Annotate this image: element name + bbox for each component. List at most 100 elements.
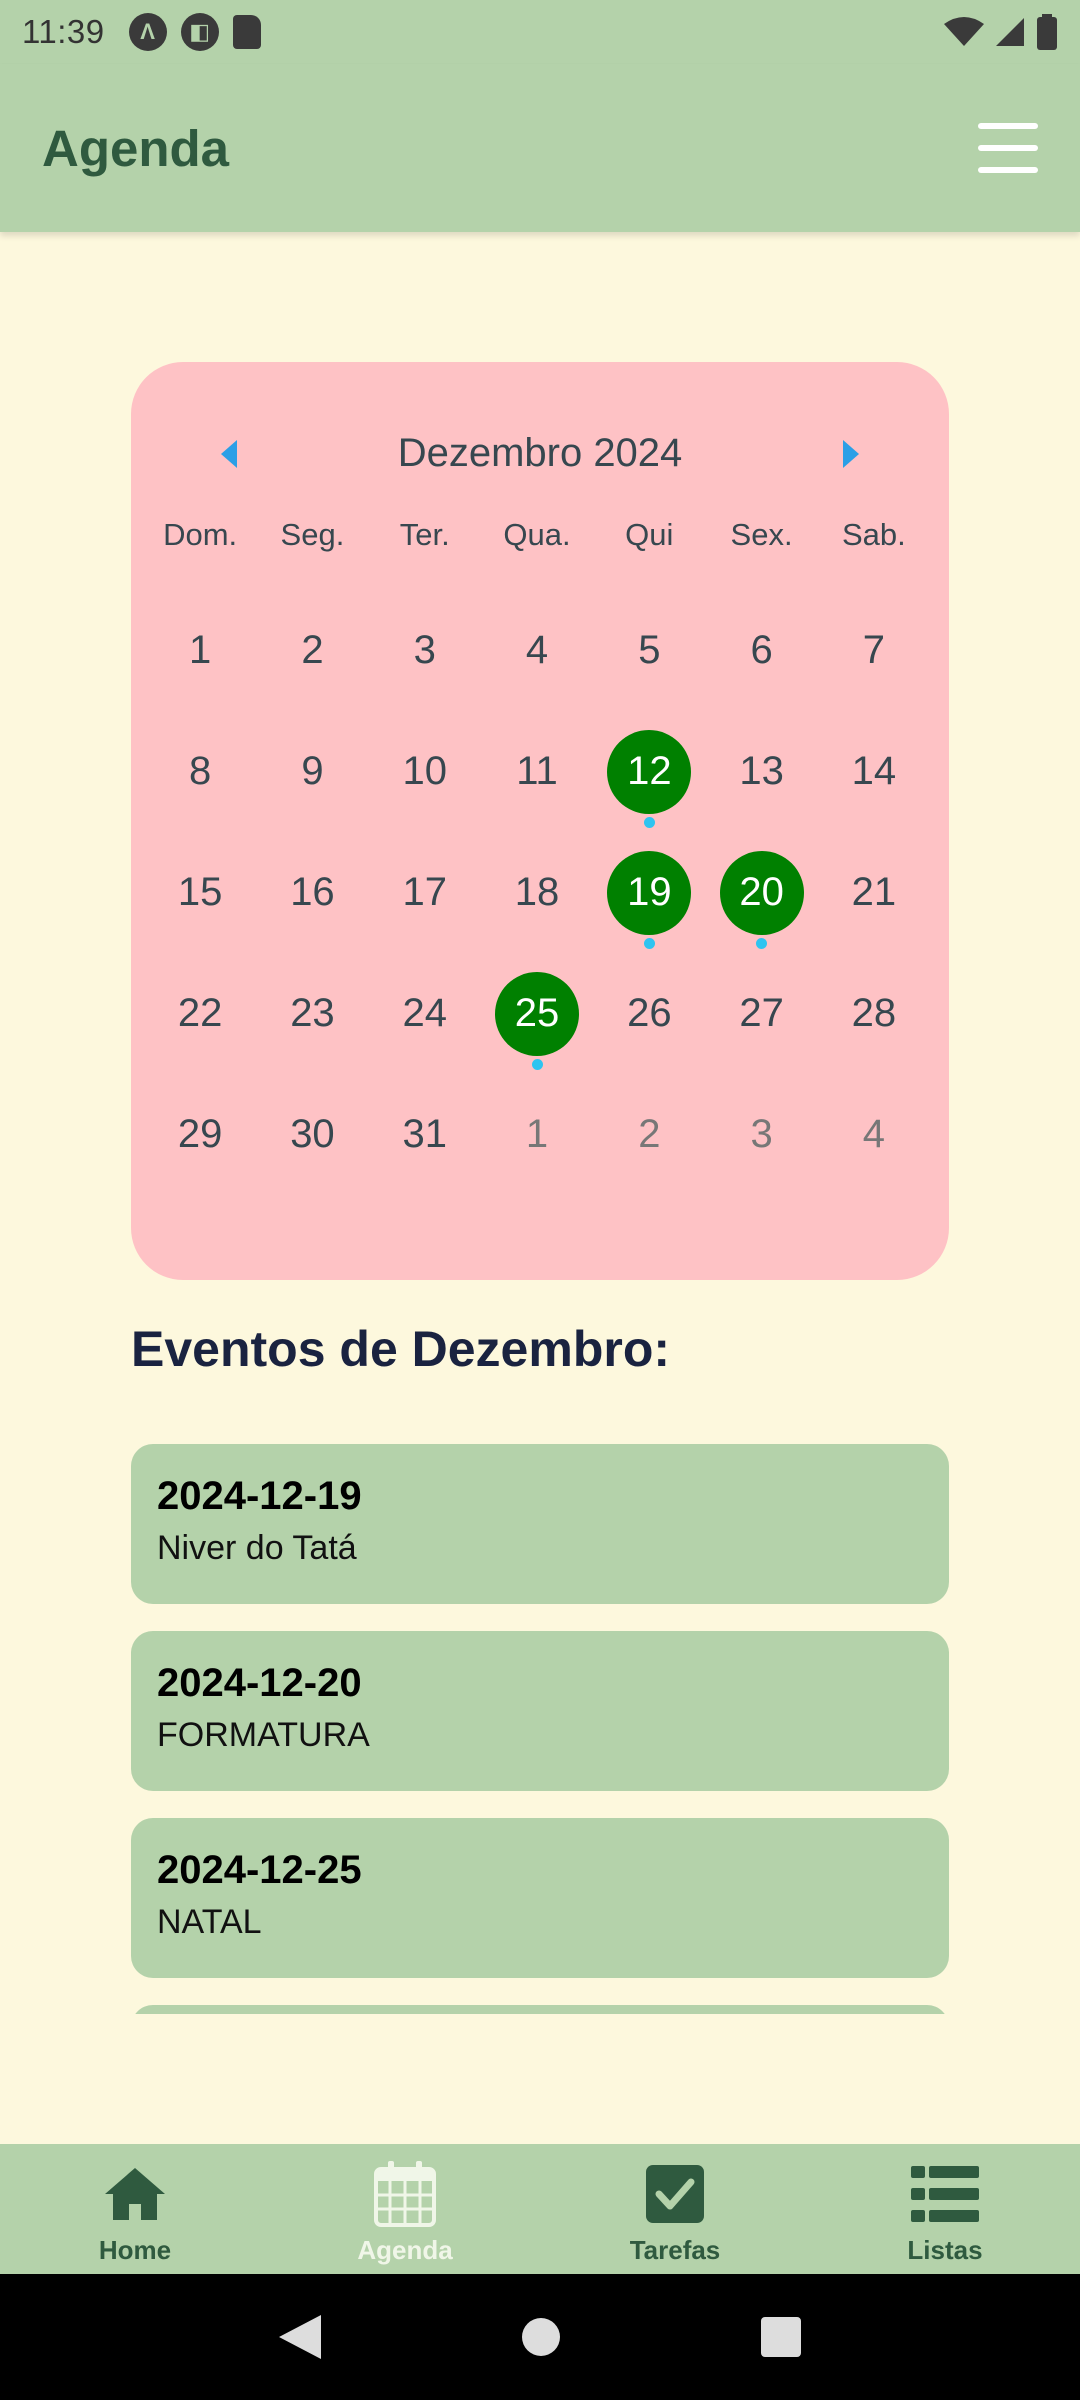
nav-item-tarefas[interactable]: Tarefas bbox=[540, 2144, 810, 2274]
calendar-day[interactable]: 21 bbox=[818, 832, 930, 953]
event-name: Niver do Tatá bbox=[157, 1529, 357, 1567]
calendar-day[interactable]: 29 bbox=[144, 1074, 256, 1195]
calendar-day[interactable]: 27 bbox=[705, 953, 817, 1074]
checkbox-icon bbox=[646, 2159, 704, 2229]
calendar-day[interactable]: 1 bbox=[481, 1074, 593, 1195]
event-date: 2024-12-25 bbox=[157, 1848, 362, 1892]
event-dot bbox=[531, 1059, 543, 1070]
day-number: 23 bbox=[290, 991, 335, 1035]
weekday-label: Qua. bbox=[503, 517, 571, 552]
calendar-day[interactable]: 14 bbox=[818, 711, 930, 832]
chevron-right-icon bbox=[843, 440, 859, 468]
event-card[interactable]: 2024-12-19 Niver do Tatá bbox=[131, 1444, 949, 1604]
calendar-day[interactable]: 24 bbox=[369, 953, 481, 1074]
calendar-day[interactable]: 16 bbox=[256, 832, 368, 953]
calendar-day[interactable]: 28 bbox=[818, 953, 930, 1074]
back-icon[interactable] bbox=[279, 2315, 321, 2359]
day-number: 25 bbox=[495, 971, 580, 1056]
day-number: 8 bbox=[189, 749, 212, 793]
calendar-day[interactable]: 11 bbox=[481, 711, 593, 832]
calendar-day[interactable]: 3 bbox=[369, 590, 481, 711]
app-notification-icon: Λ bbox=[128, 13, 167, 51]
system-status-icons bbox=[944, 14, 1058, 50]
day-number: 21 bbox=[851, 870, 897, 914]
event-date: 2024-12-19 bbox=[157, 1474, 362, 1518]
event-card[interactable]: 2024-12-25 NATAL bbox=[131, 1818, 949, 1978]
day-number: 2 bbox=[301, 628, 324, 672]
weekday-label: Sex. bbox=[730, 517, 793, 552]
events-list[interactable]: 2024-12-19 Niver do Tatá 2024-12-20 FORM… bbox=[131, 1444, 949, 2014]
calendar-day[interactable]: 13 bbox=[705, 711, 817, 832]
day-number: 26 bbox=[627, 991, 672, 1035]
day-number: 29 bbox=[177, 1112, 223, 1156]
calendar-day[interactable]: 26 bbox=[593, 953, 705, 1074]
menu-button[interactable] bbox=[978, 123, 1038, 173]
calendar-day[interactable]: 15 bbox=[144, 832, 256, 953]
day-number: 10 bbox=[402, 749, 447, 793]
calendar-day[interactable]: 4 bbox=[818, 1074, 930, 1195]
cell-signal-icon bbox=[996, 18, 1024, 46]
calendar-day[interactable]: 22 bbox=[144, 953, 256, 1074]
status-bar: 11:39 Λ ◧ bbox=[0, 0, 1080, 64]
recents-icon[interactable] bbox=[761, 2317, 801, 2357]
calendar-day[interactable]: 4 bbox=[481, 590, 593, 711]
day-number: 3 bbox=[750, 1112, 773, 1156]
calendar-day[interactable]: 30 bbox=[256, 1074, 368, 1195]
calendar-day[interactable]: 6 bbox=[705, 590, 817, 711]
calendar-day[interactable]: 23 bbox=[256, 953, 368, 1074]
calendar-day-event[interactable]: 19 bbox=[593, 832, 705, 953]
calendar-day[interactable]: 2 bbox=[256, 590, 368, 711]
day-number: 3 bbox=[413, 628, 436, 672]
calendar-day[interactable]: 10 bbox=[369, 711, 481, 832]
nav-item-home[interactable]: Home bbox=[0, 2144, 270, 2274]
day-number: 28 bbox=[851, 991, 897, 1035]
calendar-day[interactable]: 2 bbox=[593, 1074, 705, 1195]
day-number: 14 bbox=[851, 749, 897, 793]
wifi-icon bbox=[944, 17, 984, 46]
calendar-day-event[interactable]: 20 bbox=[705, 832, 817, 953]
status-time: 11:39 bbox=[22, 13, 105, 50]
event-dot bbox=[643, 817, 655, 828]
chevron-left-icon bbox=[221, 440, 237, 468]
nav-label: Tarefas bbox=[629, 2235, 721, 2265]
calendar-day[interactable]: 18 bbox=[481, 832, 593, 953]
event-name: FORMATURA bbox=[157, 1716, 370, 1754]
calendar-day-event[interactable]: 12 bbox=[593, 711, 705, 832]
day-number: 1 bbox=[189, 628, 212, 672]
event-card-partial[interactable] bbox=[131, 2005, 949, 2014]
prev-month-button[interactable] bbox=[211, 436, 247, 472]
page-title: Agenda bbox=[42, 119, 230, 177]
menu-icon-line bbox=[978, 145, 1038, 151]
calendar-day-event[interactable]: 25 bbox=[481, 953, 593, 1074]
day-number: 22 bbox=[177, 991, 223, 1035]
calendar-day[interactable]: 1 bbox=[144, 590, 256, 711]
calendar-day[interactable]: 7 bbox=[818, 590, 930, 711]
calendar-days-grid: 1 2 3 4 5 6 7 8 9 10 11 12 13 14 15 16 17 18 19 20 21 22 23 24 2… bbox=[144, 590, 930, 1195]
weekday-label: Seg. bbox=[280, 517, 345, 552]
calendar-icon bbox=[374, 2159, 436, 2229]
next-month-button[interactable] bbox=[833, 436, 869, 472]
day-number: 27 bbox=[739, 991, 784, 1035]
calendar-day[interactable]: 17 bbox=[369, 832, 481, 953]
day-number: 13 bbox=[739, 749, 784, 793]
day-number: 16 bbox=[290, 870, 335, 914]
home-button-icon[interactable] bbox=[521, 2317, 561, 2357]
sd-card-icon bbox=[232, 15, 261, 49]
nav-label: Home bbox=[98, 2235, 172, 2265]
calendar-day[interactable]: 8 bbox=[144, 711, 256, 832]
calendar-header: Dezembro 2024 bbox=[131, 408, 949, 498]
nav-label: Listas bbox=[907, 2235, 983, 2265]
calendar-day[interactable]: 3 bbox=[705, 1074, 817, 1195]
event-card[interactable]: 2024-12-20 FORMATURA bbox=[131, 1631, 949, 1791]
nav-label: Agenda bbox=[357, 2235, 453, 2265]
nav-item-agenda[interactable]: Agenda bbox=[270, 2144, 540, 2274]
nav-item-listas[interactable]: Listas bbox=[810, 2144, 1080, 2274]
calendar-day[interactable]: 5 bbox=[593, 590, 705, 711]
day-number: 1 bbox=[525, 1112, 549, 1156]
calendar-day[interactable]: 9 bbox=[256, 711, 368, 832]
day-number: 31 bbox=[402, 1112, 447, 1156]
app-notification-icon-2: ◧ bbox=[180, 13, 219, 51]
day-number: 17 bbox=[402, 870, 447, 914]
calendar-day[interactable]: 31 bbox=[369, 1074, 481, 1195]
day-number: 2 bbox=[638, 1112, 661, 1156]
